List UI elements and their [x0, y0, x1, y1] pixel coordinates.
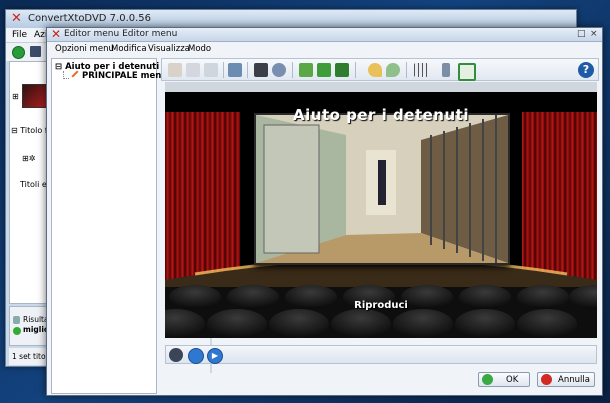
tree-item-principale[interactable]: PRINCIPALE menu — [82, 71, 167, 81]
menu-modifica[interactable]: Modifica — [111, 44, 147, 54]
editor-toolbar: ? — [161, 58, 599, 81]
menu-tree: ⊟ Aiuto per i detenuti PRINCIPALE menu — [51, 58, 167, 394]
main-window-title: ConvertXtoDVD 7.0.0.56 — [28, 13, 152, 24]
tree-item-titles[interactable]: Titoli e — [20, 180, 47, 189]
editor-title-bar[interactable]: ✕ Editor menu Editor menu □ × — [47, 27, 602, 42]
image-icon[interactable] — [228, 63, 242, 77]
status-panel: Risulta miglio — [9, 306, 51, 346]
tree-connector — [63, 71, 69, 79]
playback-controls: ▶ — [165, 345, 597, 364]
project-tree: ⊞ ⊟ Titolo fil ⊞✲ Titoli e — [9, 61, 52, 304]
menu-modo[interactable]: Modo — [188, 44, 211, 54]
stop-button[interactable] — [188, 348, 204, 364]
app-logo-icon: ✕ — [11, 11, 22, 26]
editor-menu-bar: Opzioni menu Modifica Visualizza Modo — [47, 43, 602, 56]
restore-button[interactable]: □ — [577, 29, 586, 39]
help-icon[interactable]: ? — [578, 62, 594, 78]
grid-icon[interactable] — [414, 63, 428, 77]
undo-icon[interactable] — [368, 63, 382, 77]
menu-preview: Aiuto per i detenuti Riproduci — [165, 92, 597, 338]
paint-icon[interactable] — [168, 63, 182, 77]
frame-icon[interactable] — [458, 63, 476, 81]
corridor-image — [256, 115, 508, 263]
left-curtain — [165, 112, 240, 282]
film-icon[interactable] — [335, 63, 349, 77]
play-button[interactable]: ▶ — [207, 348, 223, 364]
redo-icon[interactable] — [386, 63, 400, 77]
preview-top-band — [165, 82, 597, 92]
video-thumbnail[interactable] — [254, 113, 510, 265]
menu-file[interactable]: File — [12, 30, 27, 40]
menu-visualizza[interactable]: Visualizza — [148, 44, 190, 54]
cancel-button[interactable]: Annulla — [537, 372, 595, 387]
gear-icon[interactable]: ⊞✲ — [22, 154, 35, 163]
toolbar-separator — [223, 62, 224, 78]
add-green-icon[interactable] — [317, 63, 331, 77]
align-icon[interactable] — [442, 63, 450, 77]
menu-opzioni[interactable]: Opzioni menu — [55, 44, 114, 54]
status-text-1: Risulta — [23, 315, 49, 324]
status-bar: 1 set titoli, — [9, 348, 52, 365]
add-icon[interactable] — [12, 46, 25, 59]
toolbar-separator — [406, 62, 407, 78]
eye-icon[interactable] — [204, 63, 218, 77]
editor-window-title: Editor menu Editor menu — [64, 29, 178, 39]
main-title-bar[interactable]: ✕ ConvertXtoDVD 7.0.0.56 — [6, 10, 576, 28]
text-icon[interactable] — [186, 63, 200, 77]
save-icon[interactable] — [30, 46, 41, 57]
toolbar-separator — [292, 62, 293, 78]
add-icon[interactable] — [299, 63, 313, 77]
toolbar-separator — [355, 62, 356, 78]
cancel-label: Annulla — [558, 375, 590, 385]
expand-icon[interactable]: ⊞ — [12, 92, 19, 101]
record-icon[interactable] — [169, 348, 183, 362]
app-logo-icon: ✕ — [51, 27, 62, 41]
sound-icon[interactable] — [272, 63, 286, 77]
close-button[interactable]: × — [590, 29, 598, 39]
lock-icon — [13, 316, 20, 324]
preview-menu-title[interactable]: Aiuto per i detenuti — [165, 106, 597, 124]
music-icon[interactable] — [254, 63, 268, 77]
ok-label: OK — [506, 375, 519, 385]
ok-button[interactable]: OK — [478, 372, 530, 387]
check-icon — [482, 374, 493, 385]
play-menu-button[interactable]: Riproduci — [165, 300, 597, 311]
toolbar-separator — [247, 62, 248, 78]
status-ok-icon — [13, 327, 21, 335]
cancel-icon — [541, 374, 552, 385]
right-curtain — [522, 112, 597, 282]
